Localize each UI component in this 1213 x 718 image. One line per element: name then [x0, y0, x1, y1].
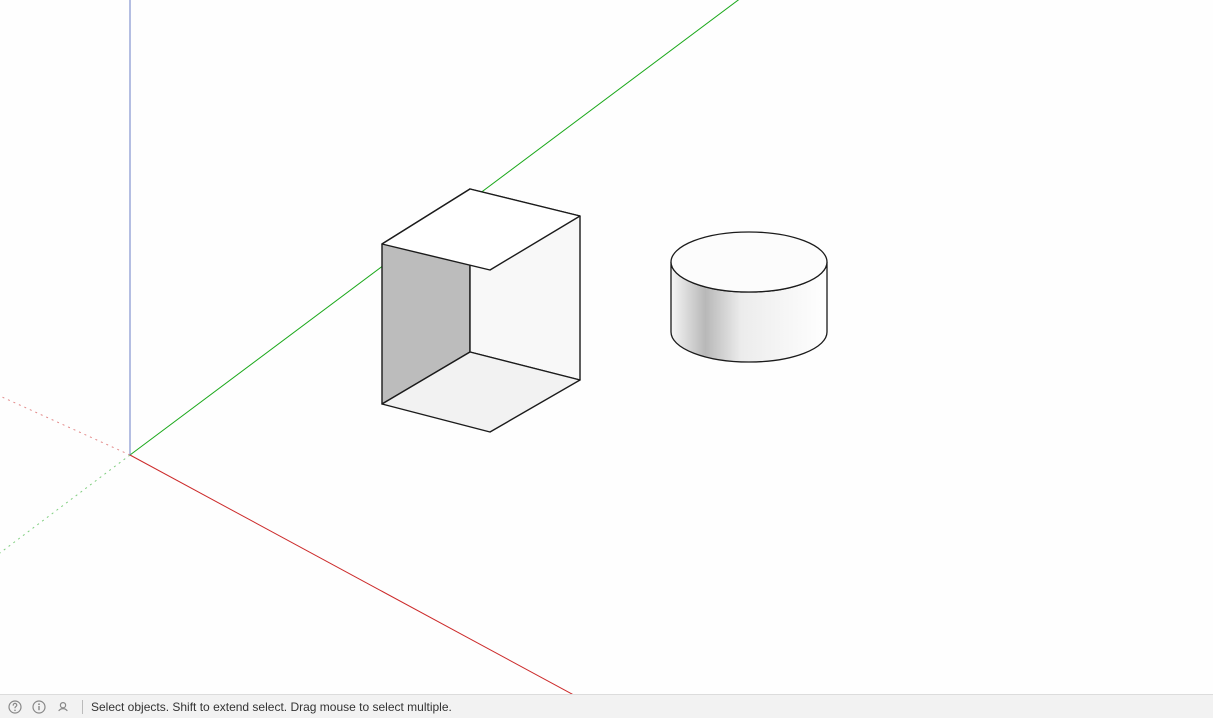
viewport-3d[interactable] [0, 0, 1213, 694]
status-hint: Select objects. Shift to extend select. … [91, 700, 452, 714]
scene-cylinder[interactable] [671, 232, 827, 362]
status-bar: Select objects. Shift to extend select. … [0, 694, 1213, 718]
info-icon[interactable] [30, 698, 48, 716]
geo-icon[interactable] [54, 698, 72, 716]
scene-box[interactable] [382, 189, 580, 432]
axis-green-neg [0, 455, 130, 568]
status-divider [82, 700, 83, 714]
axis-red-neg [0, 387, 130, 455]
axis-red [130, 455, 620, 694]
help-icon[interactable] [6, 698, 24, 716]
